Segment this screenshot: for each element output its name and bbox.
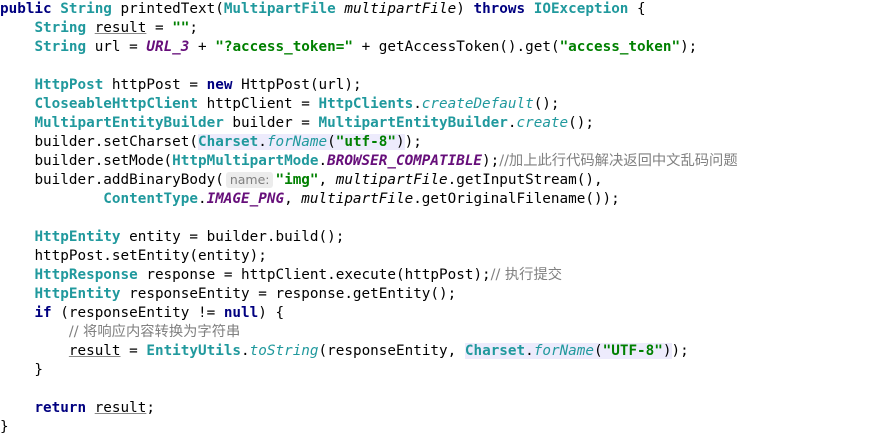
keyword: return xyxy=(34,400,87,416)
code-line-5[interactable]: HttpPost httpPost = new HttpPost(url); xyxy=(0,76,361,95)
type-name: HttpResponse xyxy=(34,267,138,283)
static-method: createDefault xyxy=(421,96,534,112)
code-line-20[interactable]: } xyxy=(0,361,43,380)
type-name: HttpPost xyxy=(34,77,104,93)
code-line-6[interactable]: CloseableHttpClient httpClient = HttpCli… xyxy=(0,95,559,114)
static-method: forName xyxy=(533,343,595,359)
code-line-19[interactable]: result = EntityUtils.toString(responseEn… xyxy=(0,342,689,361)
type-name: HttpMultipartMode xyxy=(172,153,319,169)
method-call: builder.addBinaryBody( xyxy=(34,172,224,188)
code-line-3[interactable]: String url = URL_3 + "?access_token=" + … xyxy=(0,38,697,57)
code-line-15[interactable]: HttpResponse response = httpClient.execu… xyxy=(0,266,562,285)
code-editor[interactable]: public String printedText(MultipartFile … xyxy=(0,0,876,444)
type-name: String xyxy=(60,1,112,17)
keyword: new xyxy=(206,77,233,93)
code-line-7[interactable]: MultipartEntityBuilder builder = Multipa… xyxy=(0,114,594,133)
variable: response xyxy=(146,267,216,283)
code-line-1[interactable]: public String printedText(MultipartFile … xyxy=(0,0,646,19)
method-name: printedText( xyxy=(120,1,224,17)
type-name: IOException xyxy=(533,1,629,17)
code-line-17[interactable]: if (responseEntity != null) { xyxy=(0,304,284,323)
string-literal: "access_token" xyxy=(559,39,681,55)
code-line-16[interactable]: HttpEntity responseEntity = response.get… xyxy=(0,285,456,304)
code-line-13[interactable]: HttpEntity entity = builder.build(); xyxy=(0,228,344,247)
constant: BROWSER_COMPATIBLE xyxy=(327,153,483,169)
method-call: getAccessToken().get( xyxy=(378,39,560,55)
param-name: multipartFile xyxy=(344,1,457,17)
method-call: builder.setMode( xyxy=(34,153,173,169)
code-line-10[interactable]: builder.addBinaryBody(name: "img", multip… xyxy=(0,171,603,190)
variable: result xyxy=(94,400,147,416)
variable: builder xyxy=(232,115,293,131)
string-literal: "img" xyxy=(275,172,319,188)
static-method: forName xyxy=(266,134,328,150)
static-method: create xyxy=(516,115,569,131)
static-method: toString xyxy=(249,343,319,359)
param-name: multipartFile xyxy=(335,172,448,188)
variable: entity xyxy=(129,229,181,245)
code-line-2[interactable]: String result = ""; xyxy=(0,19,198,38)
constant: IMAGE_PNG xyxy=(206,191,285,207)
string-literal: "UTF-8" xyxy=(602,343,663,359)
type-name: MultipartEntityBuilder xyxy=(34,115,224,131)
code-line-14[interactable]: httpPost.setEntity(entity); xyxy=(0,247,267,266)
method-call: .getOriginalFilename()); xyxy=(413,191,620,207)
code-line-11[interactable]: ContentType.IMAGE_PNG, multipartFile.get… xyxy=(0,190,620,209)
type-name: HttpPost xyxy=(241,77,310,93)
keyword: public xyxy=(0,1,52,17)
keyword: throws xyxy=(473,1,526,17)
keyword: null xyxy=(223,305,259,321)
variable: url xyxy=(94,39,121,55)
type-name: HttpClients xyxy=(318,96,414,112)
code-comment: //加上此行代码解决返回中文乱码问题 xyxy=(499,153,738,169)
type-name: EntityUtils xyxy=(146,343,242,359)
method-call: httpPost.setEntity(entity); xyxy=(34,248,267,264)
variable: responseEntity xyxy=(327,343,448,359)
code-comment: // 将响应内容转换为字符串 xyxy=(68,324,241,340)
method-call: .getInputStream(), xyxy=(447,172,603,188)
type-name: CloseableHttpClient xyxy=(34,96,198,112)
string-literal: "?access_token=" xyxy=(215,39,353,55)
code-comment: // 执行提交 xyxy=(490,267,563,283)
type-name: HttpEntity xyxy=(34,229,121,245)
constant: URL_3 xyxy=(146,39,190,55)
method-call: builder.build(); xyxy=(206,229,345,245)
string-literal: "" xyxy=(172,20,190,36)
keyword: if xyxy=(34,305,52,321)
variable: result xyxy=(68,343,121,359)
code-line-18[interactable]: // 将响应内容转换为字符串 xyxy=(0,323,240,342)
method-call: response.getEntity(); xyxy=(275,286,457,302)
variable: responseEntity xyxy=(68,305,190,321)
type-name: HttpEntity xyxy=(34,286,121,302)
variable: httpClient xyxy=(206,96,293,112)
method-call: builder.setCharset( xyxy=(34,134,198,150)
code-line-23[interactable]: } xyxy=(0,418,9,437)
type-name: MultipartEntityBuilder xyxy=(318,115,508,131)
method-call: httpClient.execute(httpPost); xyxy=(241,267,491,283)
string-literal: "utf-8" xyxy=(335,134,396,150)
code-line-9[interactable]: builder.setMode(HttpMultipartMode.BROWSE… xyxy=(0,152,738,171)
type-name: Charset xyxy=(197,134,259,150)
variable: responseEntity xyxy=(129,286,250,302)
type-name: ContentType xyxy=(103,191,198,207)
type-name: String xyxy=(34,20,87,36)
type-name: Charset xyxy=(464,343,526,359)
param-name: multipartFile xyxy=(301,191,414,207)
type-name: MultipartFile xyxy=(223,1,336,17)
code-line-8[interactable]: builder.setCharset(Charset.forName("utf-… xyxy=(0,133,422,152)
parameter-hint: name: xyxy=(225,172,274,188)
variable: httpPost xyxy=(111,77,181,93)
code-line-22[interactable]: return result; xyxy=(0,399,155,418)
variable: result xyxy=(94,20,147,36)
type-name: String xyxy=(34,39,87,55)
